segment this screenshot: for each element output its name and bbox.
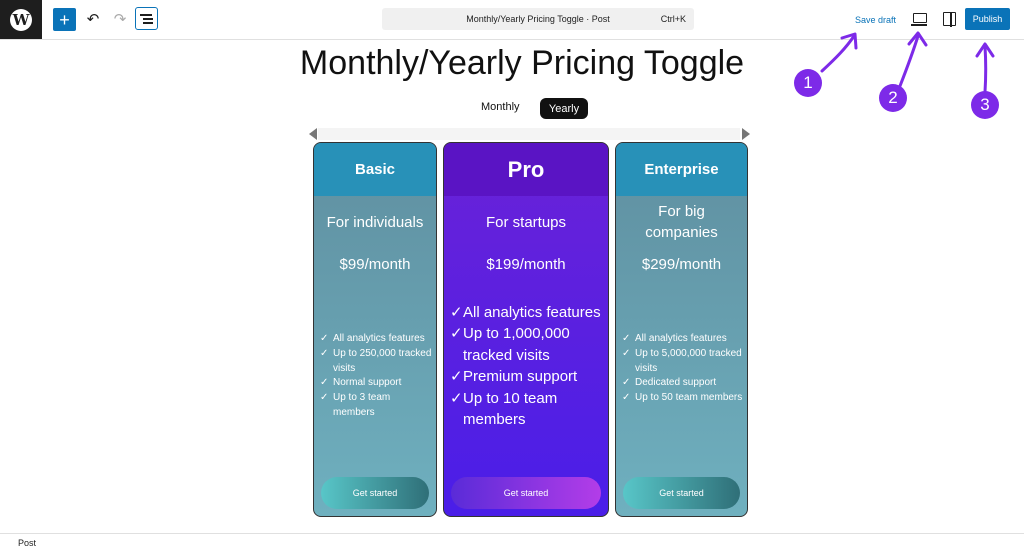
annotation-badge-2: 2 bbox=[879, 84, 907, 112]
annotation-arrow-1 bbox=[820, 34, 856, 73]
breadcrumb-post[interactable]: Post bbox=[18, 538, 36, 548]
annotation-badge-1: 1 bbox=[794, 69, 822, 97]
editor-footer: Post bbox=[0, 533, 1024, 549]
annotation-badge-3: 3 bbox=[971, 91, 999, 119]
annotation-arrow-3 bbox=[983, 44, 988, 94]
annotation-layer bbox=[820, 31, 995, 94]
